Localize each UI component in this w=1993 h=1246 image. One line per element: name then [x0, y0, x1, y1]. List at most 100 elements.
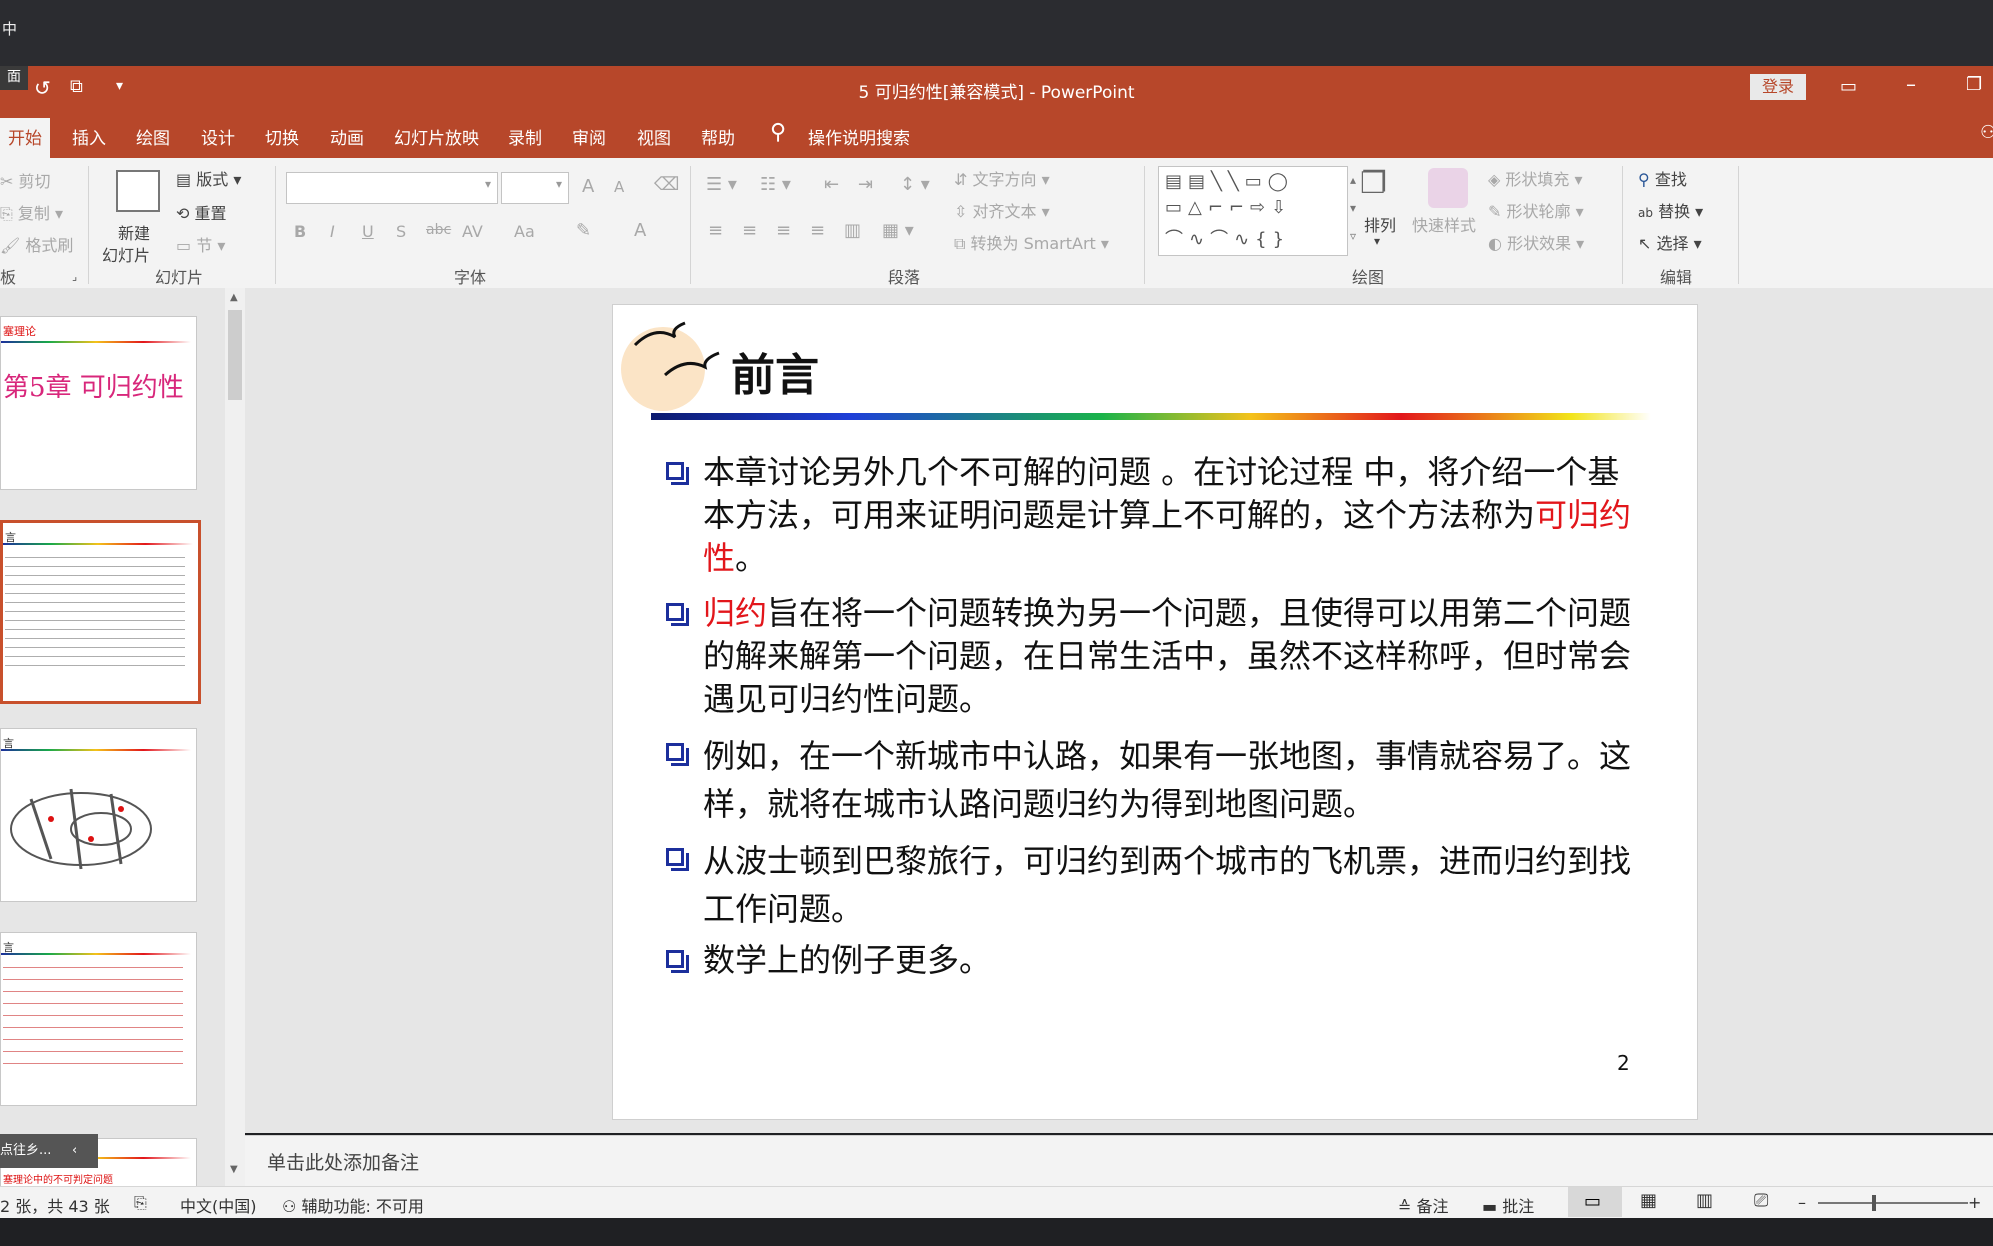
chevron-left-icon[interactable]: ‹: [72, 1134, 77, 1168]
slide[interactable]: 前言 本章讨论另外几个不可解的问题 。在讨论过程 中，将介绍一个基本方法，可用来…: [612, 304, 1698, 1120]
align-text-icon: ⇳: [954, 202, 968, 221]
copy-button[interactable]: ⎘ 复制 ▾: [0, 200, 63, 224]
justify-icon[interactable]: ≡: [810, 220, 825, 241]
numbering-icon[interactable]: ☷ ▾: [760, 174, 791, 195]
increase-indent-icon[interactable]: ⇥: [858, 174, 873, 195]
notes-pane[interactable]: 单击此处添加备注: [245, 1135, 1993, 1186]
shapes-row-2-icon: ▭△⌐⌐⇨⇩: [1165, 197, 1293, 218]
distributed-icon[interactable]: ▥: [844, 220, 861, 241]
cut-button[interactable]: ✂ 剪切: [0, 168, 51, 192]
shapes-scroll-icon[interactable]: ▴ ▾ ▿: [1350, 166, 1356, 250]
tab-home[interactable]: 开始: [0, 118, 50, 159]
tab-animations[interactable]: 动画: [330, 124, 364, 149]
smartart-button[interactable]: ⧉ 转换为 SmartArt ▾: [954, 230, 1109, 254]
font-color-button[interactable]: A: [634, 220, 646, 241]
accessibility-button[interactable]: ⚇ 辅助功能: 不可用: [282, 1193, 424, 1217]
align-right-icon[interactable]: ≡: [776, 220, 791, 241]
align-text-button[interactable]: ⇳ 对齐文本 ▾: [954, 198, 1050, 222]
find-button[interactable]: ⚲ 查找: [1638, 166, 1687, 190]
shape-outline-button[interactable]: ✎ 形状轮廓 ▾: [1488, 198, 1584, 222]
dialog-launcher-icon[interactable]: ⌟: [72, 270, 77, 283]
bold-button[interactable]: B: [294, 222, 306, 241]
spellcheck-icon[interactable]: ⎘: [134, 1193, 147, 1213]
comments-button[interactable]: ▬ 批注: [1482, 1193, 1534, 1217]
tab-insert[interactable]: 插入: [72, 124, 106, 149]
italic-button[interactable]: I: [330, 222, 335, 241]
reading-view-icon[interactable]: ▥: [1696, 1190, 1713, 1211]
slide-title: 前言: [731, 350, 819, 401]
notes-placeholder[interactable]: 单击此处添加备注: [267, 1148, 419, 1175]
arrange-dropdown-icon[interactable]: ▾: [1374, 234, 1380, 248]
slide-thumbnail-2-selected[interactable]: 言: [0, 520, 201, 704]
login-button[interactable]: 登录: [1750, 74, 1806, 100]
layout-button[interactable]: ▤ 版式 ▾: [176, 166, 241, 190]
replace-button[interactable]: ab 替换 ▾: [1638, 198, 1703, 222]
highlight-icon[interactable]: ✎: [576, 220, 591, 241]
shapes-gallery[interactable]: ▤▤╲╲▭◯ ▭△⌐⌐⇨⇩ ⌒∿⌒∿{}: [1158, 166, 1348, 256]
slideshow-icon[interactable]: ⎚: [1754, 1190, 1768, 1211]
zoom-out-icon[interactable]: –: [1798, 1193, 1806, 1212]
scroll-down-icon[interactable]: ▼: [230, 1164, 238, 1175]
shrink-font-icon[interactable]: A: [614, 178, 624, 196]
thumb-title: 第5章 可归约性: [3, 373, 184, 403]
scrollbar-thumb[interactable]: [228, 310, 242, 400]
language-indicator[interactable]: 中文(中国): [180, 1193, 257, 1217]
clear-format-icon[interactable]: ⌫: [654, 174, 679, 195]
normal-view-button[interactable]: ▭: [1568, 1187, 1622, 1217]
restore-icon[interactable]: ❐: [1966, 74, 1982, 95]
zoom-in-icon[interactable]: +: [1968, 1193, 1981, 1212]
tab-review[interactable]: 审阅: [572, 124, 606, 149]
tab-draw[interactable]: 绘图: [136, 124, 170, 149]
select-button[interactable]: ↖ 选择 ▾: [1638, 230, 1702, 254]
quick-styles-button[interactable]: 快速样式: [1412, 212, 1476, 236]
strikethrough-button[interactable]: abc: [426, 222, 451, 238]
tab-design[interactable]: 设计: [201, 124, 235, 149]
text-direction-button[interactable]: ⇵ 文字方向 ▾: [954, 166, 1050, 190]
zoom-slider[interactable]: [1818, 1195, 1968, 1211]
ribbon-display-icon[interactable]: ▭: [1840, 76, 1857, 97]
slide-sorter-icon[interactable]: ▦: [1640, 1190, 1657, 1211]
char-spacing-button[interactable]: AV: [462, 222, 483, 241]
grow-font-icon[interactable]: A: [582, 176, 594, 197]
tab-slideshow[interactable]: 幻灯片放映: [394, 124, 479, 149]
font-name-input[interactable]: ▾: [286, 172, 498, 204]
bullet-icon: [663, 740, 693, 770]
group-label-editing: 编辑: [1660, 268, 1693, 287]
shape-fill-button[interactable]: ◈ 形状填充 ▾: [1488, 166, 1583, 190]
quick-styles-icon[interactable]: [1428, 168, 1468, 208]
new-slide-icon: [116, 170, 160, 212]
bullets-icon[interactable]: ☰ ▾: [706, 174, 737, 195]
os-bottom-bar: [0, 1218, 1993, 1246]
tab-record[interactable]: 录制: [508, 124, 542, 149]
slide-thumbnail-3[interactable]: 言: [0, 728, 197, 902]
align-left-icon[interactable]: ≡: [708, 220, 723, 241]
notes-icon: ≙: [1398, 1197, 1412, 1216]
new-slide-button[interactable]: 新建 幻灯片: [102, 166, 170, 265]
change-case-button[interactable]: Aa: [514, 222, 535, 241]
reset-button[interactable]: ⟲ 重置: [176, 200, 227, 224]
align-center-icon[interactable]: ≡: [742, 220, 757, 241]
tab-view[interactable]: 视图: [637, 124, 671, 149]
line-spacing-icon[interactable]: ↕ ▾: [900, 174, 930, 195]
columns-icon[interactable]: ▦ ▾: [882, 220, 914, 241]
zoom-slider-thumb[interactable]: [1872, 1195, 1876, 1211]
shape-effects-button[interactable]: ◐ 形状效果 ▾: [1488, 230, 1584, 254]
shadow-button[interactable]: S: [396, 222, 406, 241]
account-icon[interactable]: ⚇: [1980, 122, 1993, 143]
tell-me-search[interactable]: 操作说明搜索: [808, 124, 910, 149]
thumbnail-tooltip[interactable]: 点往乡... ‹: [0, 1134, 98, 1168]
scroll-up-icon[interactable]: ▲: [230, 292, 238, 303]
minimize-icon[interactable]: –: [1906, 72, 1916, 96]
slide-thumbnail-4[interactable]: 言: [0, 932, 197, 1106]
format-painter-button[interactable]: 🖌 格式刷: [0, 232, 73, 256]
slide-thumbnail-1[interactable]: 塞理论 第5章 可归约性: [0, 316, 197, 490]
section-button[interactable]: ▭ 节 ▾: [176, 232, 225, 256]
thumb-text: 塞理论中的不可判定问题: [3, 1175, 113, 1186]
tab-transitions[interactable]: 切换: [265, 124, 299, 149]
underline-button[interactable]: U: [362, 222, 374, 241]
thumbnails-scrollbar[interactable]: ▲ ▼: [225, 288, 245, 1188]
notes-button[interactable]: ≙ 备注: [1398, 1193, 1449, 1217]
decrease-indent-icon[interactable]: ⇤: [824, 174, 839, 195]
tab-help[interactable]: 帮助: [701, 124, 735, 149]
font-size-input[interactable]: ▾: [501, 172, 569, 204]
